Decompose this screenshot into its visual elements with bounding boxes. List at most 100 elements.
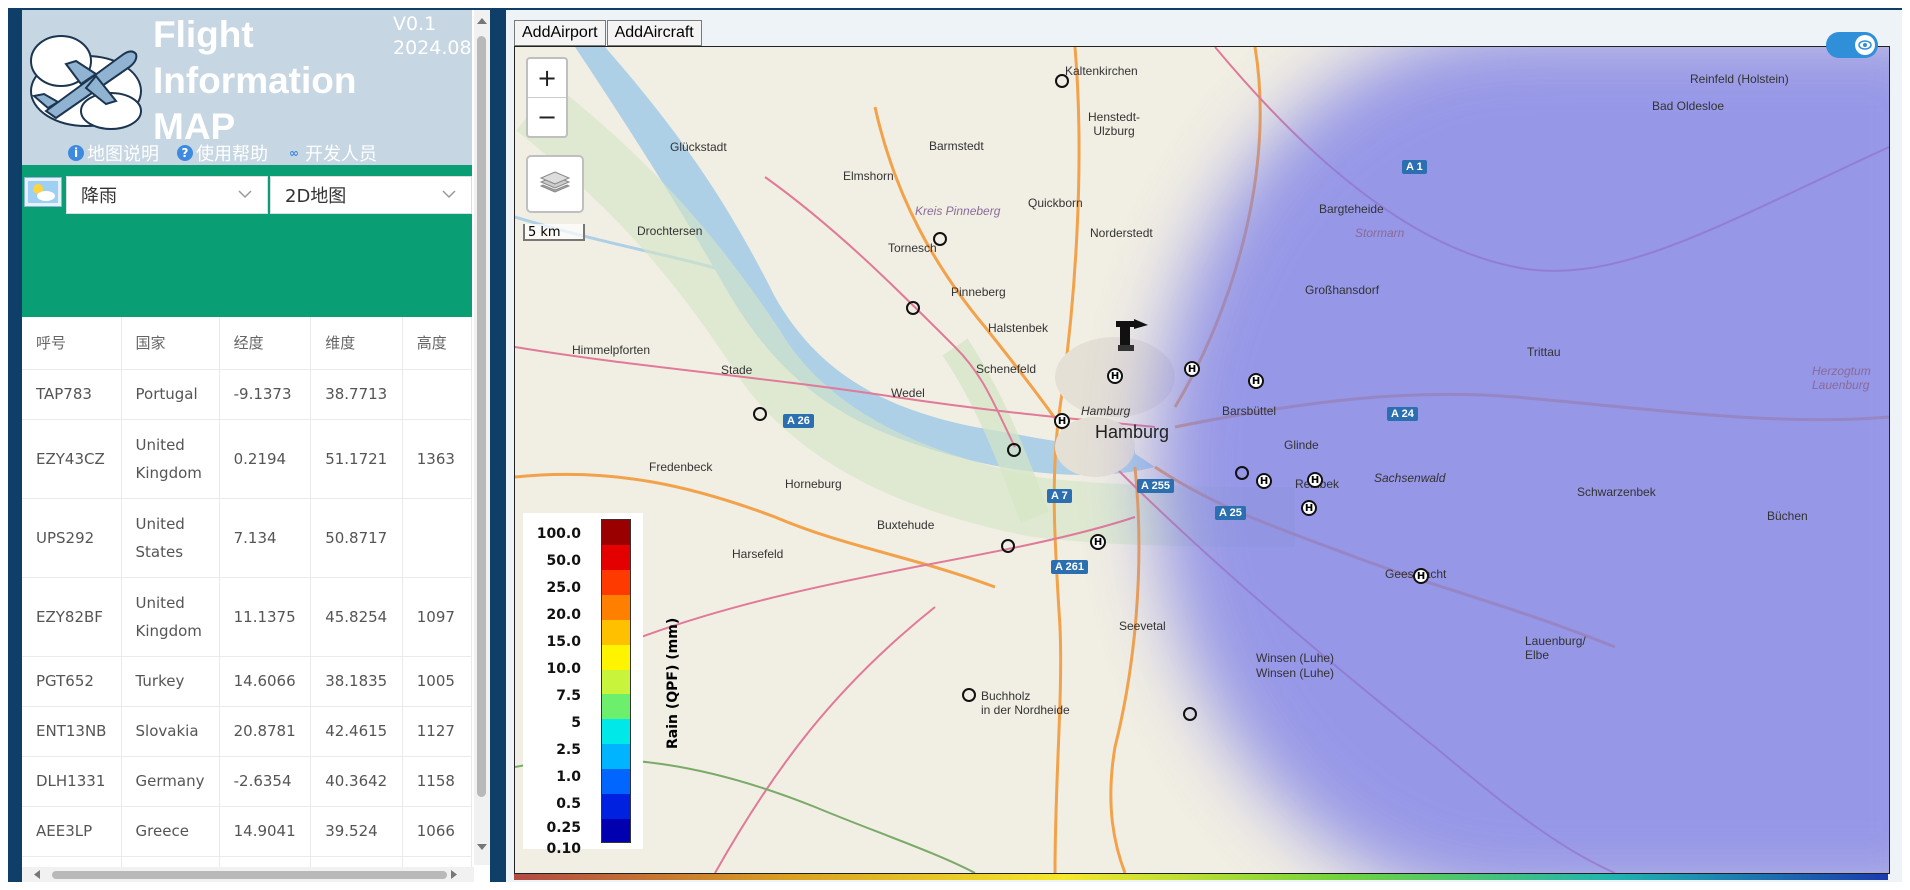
map-panel: AddAirport AddAircraft Hamburg Hamburg G… [506,10,1902,882]
place-label: Reinfeld (Holstein) [1690,72,1789,86]
airfield-icon[interactable] [933,232,947,246]
legend-value: 25.0 [546,580,581,596]
heliport-icon[interactable]: H [1248,373,1264,389]
airfield-icon[interactable] [1055,74,1069,88]
heliport-icon[interactable]: H [1301,500,1317,516]
place-label: Bargteheide [1319,202,1384,216]
developer-link[interactable]: ∞ 开发人员 [286,140,377,166]
table-row[interactable]: AEE3LP Greece 14.9041 39.524 1066 [22,806,472,857]
place-label: Bad Oldesloe [1652,99,1725,113]
legend-color-swatch [602,644,630,670]
layer-select[interactable]: 降雨 [66,176,268,214]
table-row[interactable]: ENT13NB Slovakia 20.8781 42.4615 1127 [22,706,472,757]
airfield-icon[interactable] [1235,466,1249,480]
place-label: Trittau [1527,345,1561,359]
zoom-out-button[interactable]: − [528,97,566,136]
table-row[interactable]: PGT652 Turkey 14.6066 38.1835 1005 [22,656,472,707]
table-row[interactable]: DLH1331 Germany -2.6354 40.3642 1158 [22,756,472,807]
table-row[interactable]: TAP783 Portugal -9.1373 38.7713 [22,369,472,420]
place-label: Barmstedt [929,139,984,153]
col-longitude[interactable]: 经度 [219,317,312,370]
place-label: Schwarzenbek [1577,485,1656,499]
cell-longitude: 0.2194 [219,419,312,499]
scroll-down-icon[interactable] [474,840,490,854]
map-info-link[interactable]: i 地图说明 [68,140,159,166]
country-line: Kingdom [135,463,202,482]
place-label: Tornesch [888,241,937,255]
cell-callsign: ENT13NB [22,706,122,757]
legend-color-swatch [602,669,630,695]
chevron-down-icon [442,190,456,199]
layers-button[interactable] [526,155,584,213]
scroll-left-icon[interactable] [30,867,44,882]
vertical-scroll-thumb[interactable] [477,36,486,797]
col-latitude[interactable]: 维度 [310,317,403,370]
place-label: Glinde [1284,438,1319,452]
cell-altitude [402,369,472,420]
horizontal-scrollbar[interactable] [22,867,474,882]
help-label: 使用帮助 [196,144,268,165]
cell-longitude: 20.8781 [219,706,312,757]
airfield-icon[interactable] [906,301,920,315]
legend-value: 7.5 [556,688,581,704]
heliport-icon[interactable]: H [1054,413,1070,429]
flight-table-container: 呼号 国家 经度 维度 高度 TAP783 Portugal -9.1373 3… [22,317,472,867]
heliport-icon[interactable]: H [1090,534,1106,550]
zoom-in-button[interactable]: + [528,59,566,97]
table-row[interactable]: EZY43CZ United Kingdom 0.2194 51.1721 136… [22,419,472,499]
weather-button[interactable] [24,177,62,207]
airfield-icon[interactable] [1183,707,1197,721]
help-link[interactable]: ? 使用帮助 [177,140,268,166]
table-row[interactable]: EZY82BF United Kingdom 11.1375 45.8254 10… [22,577,472,657]
view-select[interactable]: 2D地图 [270,176,472,214]
cell-latitude: 51.1721 [310,419,403,499]
heliport-icon[interactable]: H [1184,361,1200,377]
map-canvas[interactable]: Hamburg Hamburg Glückstadt Barmstedt Kal… [514,46,1890,874]
place-label: Fredenbeck [649,460,713,474]
heliport-icon[interactable]: H [1307,472,1323,488]
table-row[interactable]: UPS292 United States 7.134 50.8717 [22,498,472,578]
highway-shield: A 7 [1047,489,1072,503]
legend-value: 0.25 [546,820,581,836]
heliport-icon[interactable]: H [1107,368,1123,384]
rain-legend: 100.0 50.0 25.0 20.0 15.0 10.0 7.5 5 2.5… [523,513,681,857]
airfield-icon[interactable] [1007,443,1021,457]
scroll-up-icon[interactable] [474,14,490,28]
link-icon: ∞ [289,146,299,160]
col-country[interactable]: 国家 [121,317,220,370]
airport-tower-icon[interactable] [1110,315,1150,355]
place-label: Büchen [1767,509,1808,523]
scroll-right-icon[interactable] [447,867,461,882]
highway-shield: A 25 [1215,506,1246,520]
cell-callsign: TAP783 [22,369,122,420]
airfield-icon[interactable] [962,688,976,702]
heliport-icon[interactable]: H [1256,473,1272,489]
add-aircraft-button[interactable]: AddAircraft [606,20,702,46]
airfield-icon[interactable] [1001,539,1015,553]
visibility-toggle[interactable] [1826,32,1878,58]
cell-altitude [402,498,472,578]
legend-color-swatch [602,794,630,820]
place-label: Winsen (Luhe) [1256,651,1335,665]
heliport-icon[interactable]: H [1413,568,1429,584]
airfield-icon[interactable] [753,407,767,421]
legend-value: 20.0 [546,607,581,623]
highway-shield: A 255 [1137,479,1174,493]
title-line: Information [153,60,357,101]
cell-callsign: UPS292 [22,498,122,578]
vertical-scrollbar[interactable] [474,10,490,865]
place-label: Wedel [891,386,925,400]
cell-longitude: -2.6354 [219,756,312,807]
table-row[interactable] [22,856,472,867]
legend-value: 1.0 [556,769,581,785]
col-altitude[interactable]: 高度 [402,317,472,370]
horizontal-scroll-thumb[interactable] [52,871,447,879]
legend-value: 0.10 [546,841,581,857]
place-label: Kreis Pinneberg [915,204,1001,218]
col-callsign[interactable]: 呼号 [22,317,122,370]
add-airport-button[interactable]: AddAirport [514,20,606,46]
cell-altitude: 1005 [402,656,472,707]
country-line: United [135,593,185,612]
developer-label: 开发人员 [305,144,377,165]
flight-table: 呼号 国家 经度 维度 高度 TAP783 Portugal -9.1373 3… [22,317,472,867]
